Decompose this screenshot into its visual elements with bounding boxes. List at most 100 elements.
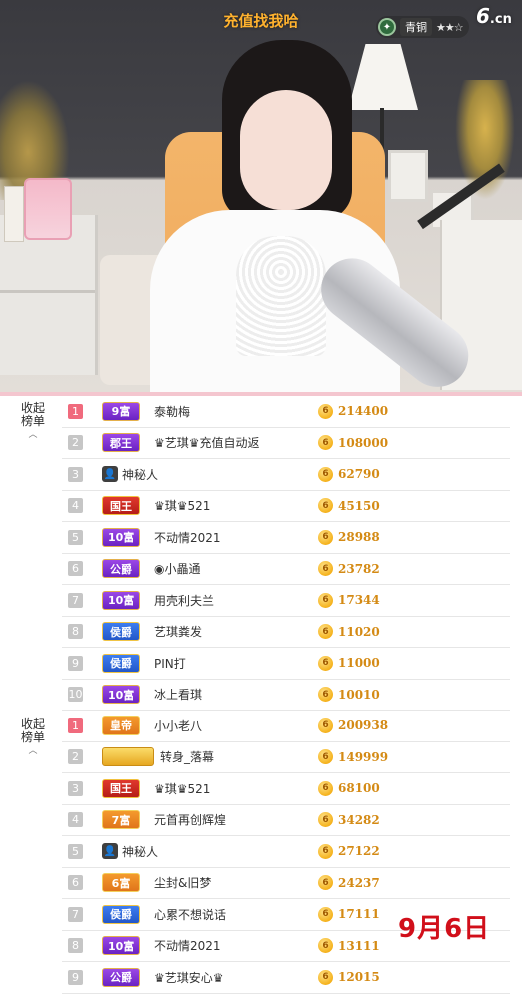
user-name[interactable]: 艺琪粪发 (154, 623, 202, 640)
level-badge: 侯爵 (102, 653, 140, 673)
coin-icon: 6 (318, 938, 333, 954)
user-name[interactable]: 尘封&旧梦 (154, 874, 211, 891)
contribution-score: 200938 (338, 718, 389, 733)
user-name[interactable]: ♛艺琪♛充值自动返 (154, 434, 260, 451)
streamer-face (240, 90, 332, 210)
user-name[interactable]: 不动情2021 (154, 529, 221, 546)
ranking-row[interactable]: 2 郡王 ♛艺琪♛充值自动返 6 108000 (62, 428, 510, 459)
rank-label: 青铜 (400, 18, 432, 36)
contribution-score: 17111 (338, 907, 380, 922)
contribution-score: 68100 (338, 781, 380, 796)
user-name[interactable]: ♛艺琪安心♛ (154, 969, 224, 986)
ranking-row[interactable]: 5 👤 神秘人 6 27122 (62, 836, 510, 868)
user-name[interactable]: 心累不想说话 (154, 906, 226, 923)
rank-number: 10 (68, 687, 83, 703)
contribution-score: 34282 (338, 812, 380, 827)
user-name[interactable]: ◉小畾通 (154, 560, 200, 577)
rank-number: 4 (68, 498, 83, 514)
coin-icon: 6 (318, 435, 333, 451)
contribution-score: 28988 (338, 530, 380, 545)
user-name[interactable]: ♛琪♛521 (154, 497, 210, 514)
level-badge: 国王 (102, 778, 140, 798)
ranking-row[interactable]: 1 皇帝 小小老八 6 200938 (62, 710, 510, 742)
rank-number: 3 (68, 780, 83, 796)
rank-number: 8 (68, 624, 83, 640)
ranking-row[interactable]: 3 国王 ♛琪♛521 6 68100 (62, 773, 510, 805)
ranking-row[interactable]: 4 国王 ♛琪♛521 6 45150 (62, 491, 510, 522)
rank-number: 2 (68, 749, 83, 765)
coin-icon: 6 (318, 875, 333, 891)
level-badge: 公爵 (102, 967, 140, 987)
user-name[interactable]: 泰勒梅 (154, 403, 190, 420)
contribution-score: 11020 (338, 624, 380, 639)
logo-main: 6 (476, 4, 490, 28)
photo-frame (388, 150, 428, 202)
contribution-score: 149999 (338, 749, 389, 764)
lantern (24, 178, 72, 240)
level-badge: 郡王 (102, 433, 140, 453)
rank-number: 6 (68, 561, 83, 577)
contribution-score: 24237 (338, 875, 380, 890)
coin-icon: 6 (318, 687, 333, 703)
coin-icon: 6 (318, 843, 333, 859)
rank-number: 5 (68, 843, 83, 859)
collapse-label-line1: 收起 (20, 401, 45, 415)
anchor-rank-badge[interactable]: ✦ 青铜 ★★☆ (376, 16, 469, 38)
ranking-row[interactable]: 1 9富 泰勒梅 6 214400 (62, 396, 510, 428)
level-badge: 侯爵 (102, 622, 140, 642)
user-name[interactable]: 神秘人 (122, 843, 158, 860)
collapse-board-button[interactable]: 收起 榜单 ︿ (16, 718, 50, 758)
ranking-row[interactable]: 6 公爵 ◉小畾通 6 23782 (62, 554, 510, 585)
ranking-row[interactable]: 4 7富 元首再创辉煌 6 34282 (62, 805, 510, 836)
rank-emblem-icon: ✦ (378, 18, 396, 36)
user-name[interactable]: PIN打 (154, 655, 186, 672)
user-name[interactable]: 冰上看琪 (154, 686, 202, 703)
rank-number: 7 (68, 592, 83, 608)
contribution-score: 12015 (338, 970, 380, 985)
rank-number: 6 (68, 875, 83, 891)
contribution-score: 10010 (338, 687, 380, 702)
ranking-row[interactable]: 9 公爵 ♛艺琪安心♛ 6 12015 (62, 962, 510, 994)
contribution-score: 45150 (338, 498, 380, 513)
rank-number: 7 (68, 906, 83, 922)
ranking-row[interactable]: 2 转身_落幕 6 149999 (62, 742, 510, 773)
contribution-score: 11000 (338, 656, 380, 671)
ranking-row[interactable]: 9 侯爵 PIN打 6 11000 (62, 648, 510, 680)
collapse-label-line1: 收起 (20, 717, 45, 731)
ranking-row[interactable]: 3 👤 神秘人 6 62790 (62, 459, 510, 491)
mystery-user-icon: 👤 (102, 466, 118, 483)
contribution-score: 62790 (338, 467, 380, 482)
level-badge: 7富 (102, 810, 140, 830)
ranking-row[interactable]: 7 10富 用壳利夫兰 6 17344 (62, 585, 510, 617)
logo-suffix: .cn (489, 12, 512, 27)
rank-number: 4 (68, 812, 83, 828)
coin-icon: 6 (318, 717, 333, 733)
user-name[interactable]: 转身_落幕 (160, 748, 214, 765)
user-name[interactable]: 用壳利夫兰 (154, 592, 214, 609)
collapse-label-line2: 榜单 (20, 730, 45, 744)
level-badge: 10富 (102, 936, 141, 956)
level-badge: 10富 (102, 527, 141, 547)
lamp (348, 44, 418, 110)
user-name[interactable]: 元首再创辉煌 (154, 811, 226, 828)
user-name[interactable]: 小小老八 (154, 717, 202, 734)
user-name[interactable]: 不动情2021 (154, 937, 221, 954)
live-video[interactable]: 充值找我哈 ✦ 青铜 ★★☆ 6.cn (0, 0, 522, 392)
book (4, 186, 24, 242)
rank-number: 1 (68, 717, 83, 733)
ranking-row[interactable]: 6 6富 尘封&旧梦 6 24237 (62, 868, 510, 899)
collapse-board-button[interactable]: 收起 榜单 ︿ (16, 402, 50, 442)
ranking-row[interactable]: 10 10富 冰上看琪 6 10010 (62, 680, 510, 711)
collapse-label-line2: 榜单 (20, 414, 45, 428)
rank-number: 2 (68, 435, 83, 451)
ranking-list: 1 9富 泰勒梅 6 214400 2 郡王 ♛艺琪♛充值自动返 6 108000 3 👤 神秘人 6 62… (62, 396, 510, 711)
contribution-score: 214400 (338, 404, 389, 419)
rank-number: 3 (68, 466, 83, 482)
user-name[interactable]: 神秘人 (122, 466, 158, 483)
level-badge: 公爵 (102, 559, 140, 579)
user-name[interactable]: ♛琪♛521 (154, 780, 210, 797)
ranking-row[interactable]: 8 侯爵 艺琪粪发 6 11020 (62, 617, 510, 648)
ranking-row[interactable]: 5 10富 不动情2021 6 28988 (62, 522, 510, 554)
rank-number: 8 (68, 938, 83, 954)
coin-icon: 6 (318, 466, 333, 482)
